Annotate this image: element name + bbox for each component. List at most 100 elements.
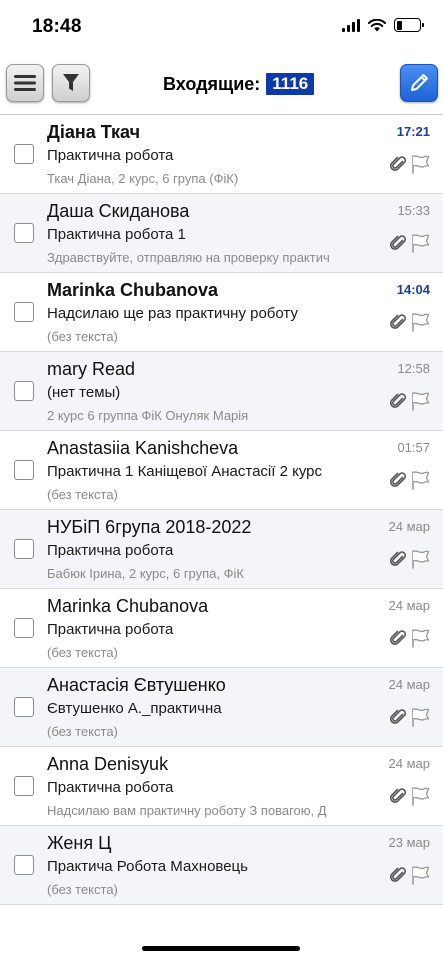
message-select-checkbox[interactable]: [14, 697, 34, 717]
message-time: 14:04: [396, 282, 430, 297]
message-preview: Надсилаю вам практичну роботу З повагою,…: [47, 803, 327, 818]
flag-icon[interactable]: [409, 785, 431, 812]
paperclip-icon: [390, 392, 407, 415]
message-row[interactable]: Женя Ц Практича Робота Махновець (без текс…: [0, 826, 443, 905]
pencil-compose-icon: [411, 74, 428, 91]
message-row-partial[interactable]: К... К...23 мар: [0, 905, 443, 914]
message-preview: Ткач Діана, 2 курс, 6 група (ФіК): [47, 171, 239, 186]
message-sender: Женя Ц: [47, 833, 112, 853]
message-subject: Євтушенко А._практична: [47, 700, 222, 717]
message-preview: (без текста): [47, 645, 118, 660]
message-select-checkbox[interactable]: [14, 144, 34, 164]
message-preview: (без текста): [47, 724, 118, 739]
message-row[interactable]: Анастасія Євтушенко Євтушенко А._практичн…: [0, 668, 443, 747]
message-sender: mary Read: [47, 359, 136, 379]
message-sender: НУБіП 6група 2018-2022: [47, 517, 252, 537]
flag-icon[interactable]: [409, 548, 431, 575]
message-time: 17:21: [396, 124, 430, 139]
message-time: 12:58: [397, 361, 430, 376]
compose-button[interactable]: [400, 64, 438, 102]
wifi-icon: [368, 18, 386, 31]
message-select-checkbox[interactable]: [14, 855, 34, 875]
menu-button[interactable]: [6, 64, 44, 102]
message-list[interactable]: Діана Ткач Практична робота Ткач Діана, 2 …: [0, 114, 443, 914]
paperclip-icon: [390, 234, 407, 257]
inbox-toolbar: Входящие: 1116: [0, 54, 443, 114]
message-sender: Anastasiia Kanishcheva: [47, 438, 239, 458]
message-select-checkbox[interactable]: [14, 539, 34, 559]
status-bar: 18:48: [0, 0, 443, 52]
message-sender: Діана Ткач: [47, 122, 141, 142]
message-subject: Практична робота: [47, 621, 174, 638]
message-row-icons: [390, 706, 431, 733]
message-time: 24 мар: [388, 677, 430, 692]
message-sender: К... К...: [47, 912, 377, 914]
message-row[interactable]: Marinka Chubanova Практична робота (без те…: [0, 589, 443, 668]
funnel-filter-icon: [63, 74, 79, 91]
message-row-icons: [390, 864, 431, 891]
message-preview: (без текста): [47, 329, 118, 344]
message-row-icons: [390, 627, 431, 654]
paperclip-icon: [390, 866, 407, 889]
message-sender: Marinka Chubanova: [47, 280, 219, 300]
inbox-unread-count-badge: 1116: [266, 73, 315, 95]
message-preview: Здравствуйте, отправляю на проверку прак…: [47, 250, 330, 265]
message-select-checkbox[interactable]: [14, 776, 34, 796]
flag-icon[interactable]: [409, 232, 431, 259]
message-row[interactable]: НУБіП 6група 2018-2022 Практична робота Ба…: [0, 510, 443, 589]
message-subject: Практична робота: [47, 147, 174, 164]
hamburger-menu-icon: [14, 75, 36, 91]
flag-icon[interactable]: [409, 627, 431, 654]
message-row[interactable]: Anna Denisyuk Практична робота Надсилаю ва…: [0, 747, 443, 826]
message-row[interactable]: Діана Ткач Практична робота Ткач Діана, 2 …: [0, 115, 443, 194]
message-select-checkbox[interactable]: [14, 381, 34, 401]
message-sender: Анастасія Євтушенко: [47, 675, 226, 695]
paperclip-icon: [390, 313, 407, 336]
status-icons: [342, 18, 424, 32]
message-row-icons: [390, 548, 431, 575]
filter-button[interactable]: [52, 64, 90, 102]
message-subject: Практична робота: [47, 779, 174, 796]
message-row-icons: [390, 469, 431, 496]
message-subject: (нет темы): [47, 384, 121, 401]
message-subject: Надсилаю ще раз практичну роботу: [47, 305, 298, 322]
flag-icon[interactable]: [409, 706, 431, 733]
message-row-icons: [390, 153, 431, 180]
message-select-checkbox[interactable]: [14, 302, 34, 322]
message-subject: Практична робота: [47, 542, 174, 559]
message-row[interactable]: Marinka Chubanova Надсилаю ще раз практич…: [0, 273, 443, 352]
message-preview: (без текста): [47, 882, 118, 897]
paperclip-icon: [390, 471, 407, 494]
message-preview: (без текста): [47, 487, 118, 502]
paperclip-icon: [390, 708, 407, 731]
message-row-icons: [390, 311, 431, 338]
message-preview: 2 курс 6 группа ФіК Онуляк Марія: [47, 408, 249, 423]
message-row-icons: [390, 785, 431, 812]
flag-icon[interactable]: [409, 864, 431, 891]
flag-icon[interactable]: [409, 153, 431, 180]
paperclip-icon: [390, 787, 407, 810]
message-row[interactable]: mary Read (нет темы) 2 курс 6 группа ФіК О…: [0, 352, 443, 431]
flag-icon[interactable]: [409, 311, 431, 338]
flag-icon[interactable]: [409, 469, 431, 496]
message-row[interactable]: Даша Скиданова Практична робота 1 Здравств…: [0, 194, 443, 273]
home-indicator: [142, 946, 300, 951]
message-preview: Бабюк Ірина, 2 курс, 6 група, ФіК: [47, 566, 244, 581]
paperclip-icon: [390, 629, 407, 652]
message-row[interactable]: Anastasiia Kanishcheva Практична 1 Каніще…: [0, 431, 443, 510]
message-select-checkbox[interactable]: [14, 223, 34, 243]
message-time: 15:33: [397, 203, 430, 218]
message-row-icons: [390, 232, 431, 259]
paperclip-icon: [390, 550, 407, 573]
message-subject: Практича Робота Махновець: [47, 858, 248, 875]
message-select-checkbox[interactable]: [14, 618, 34, 638]
flag-icon[interactable]: [409, 390, 431, 417]
inbox-label: Входящие:: [163, 73, 261, 94]
message-select-checkbox[interactable]: [14, 460, 34, 480]
battery-icon: [394, 18, 424, 32]
message-row-icons: [390, 390, 431, 417]
cellular-signal-icon: [342, 18, 360, 32]
message-time: 24 мар: [388, 519, 430, 534]
message-sender: Даша Скиданова: [47, 201, 190, 221]
paperclip-icon: [390, 155, 407, 178]
